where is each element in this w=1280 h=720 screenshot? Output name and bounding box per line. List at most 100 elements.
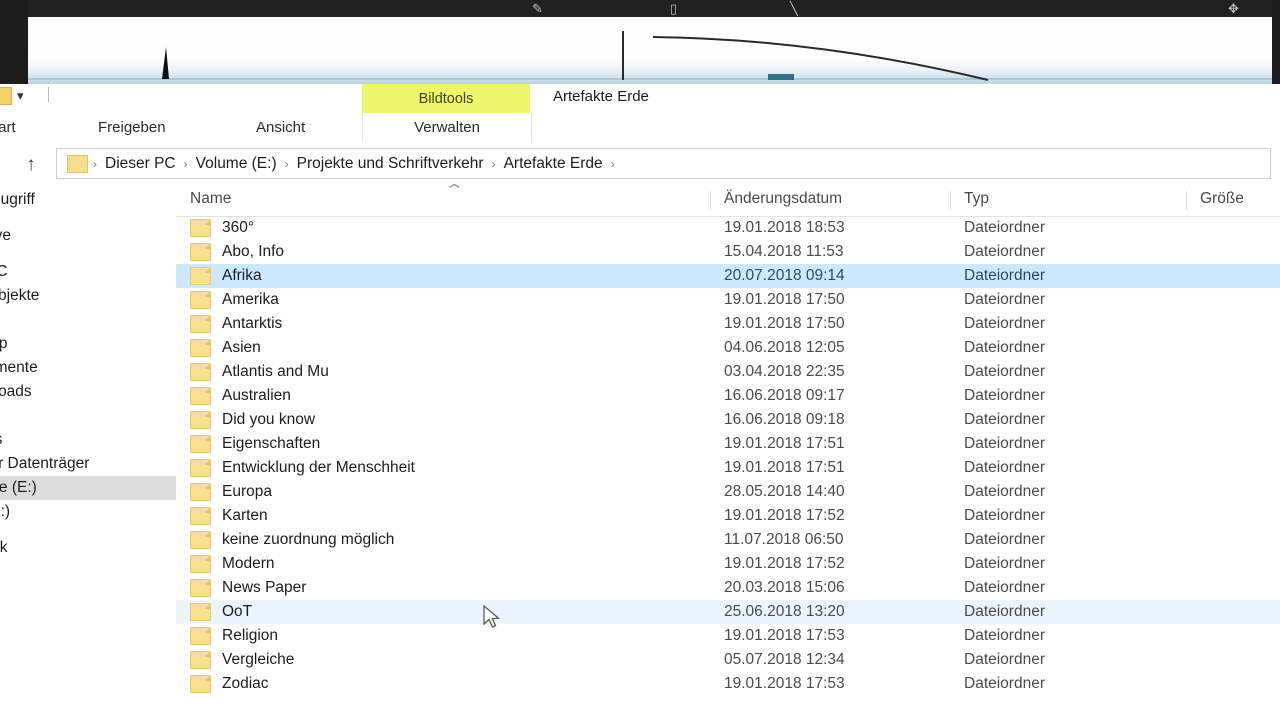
nav-item[interactable]: ik [0, 404, 176, 428]
breadcrumb-item-volume-e[interactable]: Volume (E:) [189, 155, 284, 173]
breadcrumb-item-projekte-und-schriftverkehr[interactable]: Projekte und Schriftverkehr [290, 155, 491, 173]
cell-name[interactable]: Vergleiche [190, 648, 294, 672]
cell-name[interactable]: Afrika [190, 264, 262, 288]
table-row[interactable]: 360° 19.01.2018 18:53 Dateiordner [176, 216, 1280, 240]
column-divider-1[interactable] [710, 191, 711, 210]
column-divider-3[interactable] [1186, 191, 1187, 210]
cell-name[interactable]: Entwicklung der Menschheit [190, 456, 415, 480]
nav-item[interactable]: Objekte [0, 284, 176, 308]
breadcrumb-item-dieser-pc[interactable]: Dieser PC [98, 155, 183, 173]
cell-type: Dateiordner [964, 243, 1045, 260]
column-header-groesse[interactable]: Größe [1200, 190, 1244, 208]
ribbon: ▾ Bildtools Artefakte Erde tart Freigebe… [0, 84, 1280, 143]
table-row[interactable]: Australien 16.06.2018 09:17 Dateiordner [176, 384, 1280, 408]
tab-start[interactable]: tart [0, 113, 22, 142]
cell-date-modified: 16.06.2018 09:18 [724, 411, 845, 428]
chevron-down-icon[interactable]: ▾ [17, 89, 24, 102]
column-header-name[interactable]: Name [190, 190, 231, 208]
file-rows: 360° 19.01.2018 18:53 Dateiordner Abo, Info… [176, 216, 1280, 696]
cell-name[interactable]: keine zuordnung möglich [190, 528, 394, 552]
table-row[interactable]: keine zuordnung möglich 11.07.2018 06:50 D… [176, 528, 1280, 552]
background-app-toolbar: ✎ ▯ ╲ ✥ [0, 0, 1280, 17]
table-row[interactable]: Did you know 16.06.2018 09:18 Dateiordner [176, 408, 1280, 432]
file-name-label: Religion [222, 627, 279, 644]
table-row[interactable]: Religion 19.01.2018 17:53 Dateiordner [176, 624, 1280, 648]
table-row[interactable]: OoT 25.06.2018 13:20 Dateiordner [176, 600, 1280, 624]
column-divider-2[interactable] [950, 191, 951, 210]
cell-name[interactable]: News Paper [190, 576, 306, 600]
nav-item-label: (F:) [0, 503, 11, 520]
cell-name[interactable]: 360° [190, 216, 254, 240]
nav-item[interactable]: os [0, 428, 176, 452]
table-row[interactable]: News Paper 20.03.2018 15:06 Dateiordner [176, 576, 1280, 600]
nav-item[interactable]: PC [0, 260, 176, 284]
table-row[interactable]: Atlantis and Mu 03.04.2018 22:35 Dateiordn… [176, 360, 1280, 384]
cell-name[interactable]: Did you know [190, 408, 315, 432]
nav-item[interactable]: l [0, 572, 176, 596]
cell-name[interactable]: Eigenschaften [190, 432, 320, 456]
cell-date-modified: 19.01.2018 17:50 [724, 291, 845, 308]
table-row[interactable]: Entwicklung der Menschheit 19.01.2018 17:… [176, 456, 1280, 480]
folder-icon [190, 267, 211, 285]
cell-name[interactable]: OoT [190, 600, 252, 624]
cell-date-modified: 19.01.2018 17:51 [724, 435, 845, 452]
nav-item-label: Objekte [0, 287, 40, 304]
nav-item[interactable]: erk [0, 536, 176, 560]
nav-item[interactable]: nloads [0, 380, 176, 404]
cell-name[interactable]: Religion [190, 624, 278, 648]
cell-name[interactable]: Atlantis and Mu [190, 360, 329, 384]
column-header-typ[interactable]: Typ [964, 190, 989, 208]
tab-ansicht[interactable]: Ansicht [250, 113, 311, 142]
cell-type: Dateiordner [964, 411, 1045, 428]
tab-verwalten[interactable]: Verwalten [362, 113, 532, 142]
breadcrumb-separator-4[interactable]: › [610, 157, 616, 171]
cell-date-modified: 19.01.2018 17:50 [724, 315, 845, 332]
nav-item[interactable]: (F:) [0, 500, 176, 524]
table-row[interactable]: Afrika 20.07.2018 09:14 Dateiordner [176, 264, 1280, 288]
nav-item[interactable]: rive [0, 224, 176, 248]
file-name-label: Modern [222, 555, 275, 572]
nav-item[interactable]: umente [0, 356, 176, 380]
cell-name[interactable]: Australien [190, 384, 291, 408]
table-row[interactable]: Modern 19.01.2018 17:52 Dateiordner [176, 552, 1280, 576]
cell-name[interactable]: Amerika [190, 288, 279, 312]
breadcrumb-folder-icon[interactable] [67, 154, 88, 173]
breadcrumb[interactable]: › Dieser PC › Volume (E:) › Projekte und… [56, 148, 1271, 179]
cell-date-modified: 19.01.2018 17:52 [724, 555, 845, 572]
nav-item[interactable]: er [0, 308, 176, 332]
table-row[interactable]: Zodiac 19.01.2018 17:53 Dateiordner [176, 672, 1280, 696]
line-tool-icon[interactable]: ╲ [790, 1, 798, 16]
navigate-up-icon[interactable]: ↑ [20, 154, 42, 176]
contextual-tab-group-bildtools: Bildtools [362, 84, 530, 113]
table-row[interactable]: Antarktis 19.01.2018 17:50 Dateiordner [176, 312, 1280, 336]
nav-item[interactable]: me (E:) [0, 476, 176, 500]
folder-icon[interactable] [0, 87, 12, 105]
nav-item[interactable]: llzugriff [0, 188, 176, 212]
column-header-aenderungsdatum[interactable]: Änderungsdatum [724, 190, 842, 208]
cell-name[interactable]: Antarktis [190, 312, 282, 336]
folder-icon [190, 627, 211, 645]
nav-item[interactable]: top [0, 332, 176, 356]
table-row[interactable]: Europa 28.05.2018 14:40 Dateiordner [176, 480, 1280, 504]
cell-date-modified: 16.06.2018 09:17 [724, 387, 845, 404]
breadcrumb-item-artefakte-erde[interactable]: Artefakte Erde [497, 155, 610, 173]
table-row[interactable]: Asien 04.06.2018 12:05 Dateiordner [176, 336, 1280, 360]
cell-name[interactable]: Abo, Info [190, 240, 284, 264]
table-row[interactable]: Eigenschaften 19.01.2018 17:51 Dateiordner [176, 432, 1280, 456]
table-row[interactable]: Vergleiche 05.07.2018 12:34 Dateiordner [176, 648, 1280, 672]
pen-icon[interactable]: ✎ [532, 1, 543, 16]
table-row[interactable]: Abo, Info 15.04.2018 11:53 Dateiordner [176, 240, 1280, 264]
cell-name[interactable]: Karten [190, 504, 268, 528]
table-row[interactable]: Amerika 19.01.2018 17:50 Dateiordner [176, 288, 1280, 312]
file-name-label: Afrika [222, 267, 262, 284]
table-row[interactable]: Karten 19.01.2018 17:52 Dateiordner [176, 504, 1280, 528]
tab-freigeben[interactable]: Freigeben [92, 113, 172, 142]
cell-name[interactable]: Asien [190, 336, 261, 360]
shapes-icon[interactable]: ✥ [1228, 1, 1239, 16]
file-name-label: Australien [222, 387, 291, 404]
cell-name[interactable]: Zodiac [190, 672, 269, 696]
nav-item[interactable]: ler Datenträger [0, 452, 176, 476]
cell-name[interactable]: Europa [190, 480, 272, 504]
cell-name[interactable]: Modern [190, 552, 275, 576]
eraser-icon[interactable]: ▯ [670, 1, 677, 16]
